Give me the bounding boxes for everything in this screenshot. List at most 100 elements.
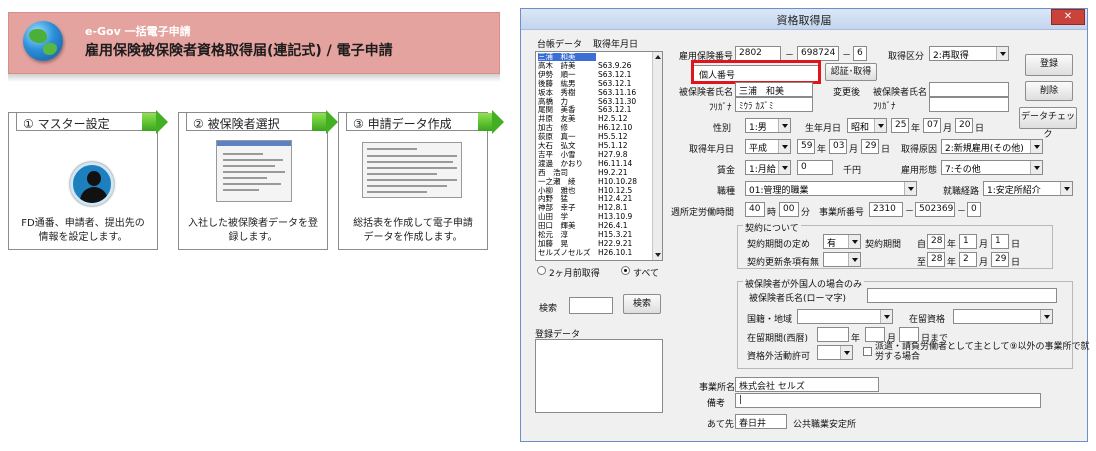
contract-to-label: 至: [917, 258, 927, 268]
acq-day-input[interactable]: 29: [861, 139, 879, 154]
close-icon[interactable]: ✕: [1051, 9, 1085, 25]
list-item-date: H6.11.14: [598, 158, 633, 168]
contract-from-day[interactable]: 1: [991, 234, 1009, 249]
chevron-down-icon: [778, 161, 790, 174]
step-master-desc-line2: 情報を設定します。: [38, 232, 128, 243]
office-no-1[interactable]: 2310: [869, 202, 903, 217]
search-input[interactable]: [569, 297, 613, 314]
contract-period-label: 契約期間の定め: [747, 240, 811, 250]
list-item-date: S63.11.30: [598, 96, 637, 106]
list-item-name: 高木 詩美: [538, 60, 576, 70]
wage-input[interactable]: 0: [797, 160, 833, 175]
acq-cause-select[interactable]: 2:新規雇用(その他): [941, 139, 1043, 154]
list-item-date: H10.10.28: [598, 176, 638, 186]
hours-unit: 時: [767, 208, 777, 218]
nationality-select[interactable]: [797, 309, 893, 324]
insured-form-thumbnail[interactable]: [216, 140, 292, 202]
list-item-date: H27.9.8: [598, 149, 628, 159]
office-no-3[interactable]: 0: [967, 202, 981, 217]
mynumber-highlight: [691, 60, 821, 84]
contract-period-select[interactable]: 有: [823, 234, 861, 249]
dispatch-checkbox[interactable]: [863, 347, 872, 356]
birth-day-input[interactable]: 20: [955, 118, 973, 133]
residence-status-select[interactable]: [953, 309, 1053, 324]
name-input[interactable]: 三浦 和美: [735, 82, 813, 97]
acq-era-value: 平成: [749, 144, 768, 154]
delete-button[interactable]: 削除: [1025, 81, 1073, 101]
birth-label: 生年月日: [805, 124, 842, 134]
list-item-date: S59.3.29: [598, 52, 632, 61]
radio-2months[interactable]: [537, 266, 546, 275]
contract-renew-select[interactable]: [823, 252, 861, 267]
chevron-down-icon: [778, 140, 790, 153]
gender-select[interactable]: 1:男: [745, 118, 791, 133]
residence-period-label: 在留期間(西暦): [747, 334, 809, 344]
search-label: 検索: [539, 304, 558, 314]
list-item-date: H10.12.5: [598, 185, 633, 195]
acq-date-label: 取得年月日: [689, 145, 735, 155]
residence-day-input[interactable]: [899, 327, 919, 342]
emp-form-select[interactable]: 7:その他: [941, 160, 1043, 175]
insurance-no-2[interactable]: 698724: [797, 46, 839, 61]
residence-year-input[interactable]: [817, 327, 849, 342]
birth-year-input[interactable]: 25: [891, 118, 909, 133]
step-select-desc-line1: 入社した被保険者データを登: [188, 218, 318, 229]
user-icon[interactable]: [70, 162, 114, 206]
insurance-no-3[interactable]: 6: [853, 46, 867, 61]
step-select-desc: 入社した被保険者データを登 録します。: [178, 217, 328, 245]
contract-from-month[interactable]: 1: [959, 234, 977, 249]
contract-from-label: 自: [917, 240, 927, 250]
acq-month-input[interactable]: 03: [829, 139, 847, 154]
birth-month-input[interactable]: 07: [923, 118, 941, 133]
insurance-no-1[interactable]: 2802: [735, 46, 781, 61]
residence-month-input[interactable]: [865, 327, 885, 342]
destination-label: あて先: [707, 420, 734, 430]
destination-input[interactable]: 春日井: [735, 414, 787, 429]
kana-input[interactable]: ﾐｳﾗ ｶｽﾞﾐ: [735, 97, 813, 112]
register-button[interactable]: 登録: [1025, 54, 1073, 76]
employee-list[interactable]: 三浦 和美 S59.3.29 高木 詩美 S63.9.26 伊勢 順一 S63.12.1 後…: [535, 51, 663, 261]
registered-list[interactable]: [535, 339, 663, 413]
birth-era-value: 昭和: [851, 123, 870, 133]
list-scrollbar[interactable]: [652, 52, 662, 260]
datacheck-button[interactable]: データチェック: [1019, 107, 1077, 140]
list-item-date: H13.10.9: [598, 212, 633, 222]
job-select[interactable]: 01:管理的職業: [745, 181, 917, 196]
acq-cause-value: 2:新規雇用(その他): [945, 144, 1024, 154]
changed-kana-label: ﾌﾘｶﾞﾅ: [873, 102, 896, 112]
contract-from-year[interactable]: 28: [927, 234, 945, 249]
wage-type-select[interactable]: 1:月給: [745, 160, 791, 175]
foreign-roman-input[interactable]: [867, 288, 1057, 303]
office-name-input[interactable]: 株式会社 セルズ: [735, 377, 879, 392]
contract-from-month-unit: 月: [979, 240, 989, 250]
note-input[interactable]: |: [735, 393, 1041, 408]
list-item[interactable]: 三浦 和美 S59.3.29: [538, 53, 631, 61]
contract-to-month[interactable]: 2: [959, 252, 977, 267]
chevron-down-icon: [1040, 310, 1052, 323]
acq-month-unit: 月: [849, 145, 859, 155]
search-button[interactable]: 検索: [623, 294, 661, 314]
contract-to-day[interactable]: 29: [991, 252, 1009, 267]
office-no-2[interactable]: 502369: [915, 202, 955, 217]
changed-kana-input[interactable]: [929, 97, 1009, 112]
radio-all-label: すべて: [633, 269, 660, 279]
step-create-label: ③ 申請データ作成: [346, 112, 478, 131]
residence-year-unit: 年: [851, 334, 861, 344]
step-select-desc-line2: 録します。: [228, 232, 278, 243]
contract-to-year[interactable]: 28: [927, 252, 945, 267]
acq-year-input[interactable]: 59: [797, 139, 815, 154]
acq-type-select[interactable]: 2:再取得: [929, 46, 1009, 61]
note-label: 備考: [707, 399, 726, 409]
radio-all[interactable]: [621, 266, 630, 275]
chevron-down-icon: [1060, 182, 1072, 195]
cert-button[interactable]: 認証･取得: [825, 63, 877, 81]
permit-select[interactable]: [817, 345, 853, 360]
acq-era-select[interactable]: 平成: [745, 139, 791, 154]
birth-era-select[interactable]: 昭和: [847, 118, 887, 133]
application-form-thumbnail[interactable]: [362, 142, 462, 198]
route-select[interactable]: 1:安定所紹介: [983, 181, 1073, 196]
acq-day-unit: 日: [881, 145, 891, 155]
hours-input[interactable]: 40: [745, 202, 765, 217]
minutes-input[interactable]: 00: [779, 202, 799, 217]
changed-name-input[interactable]: [929, 82, 1009, 97]
